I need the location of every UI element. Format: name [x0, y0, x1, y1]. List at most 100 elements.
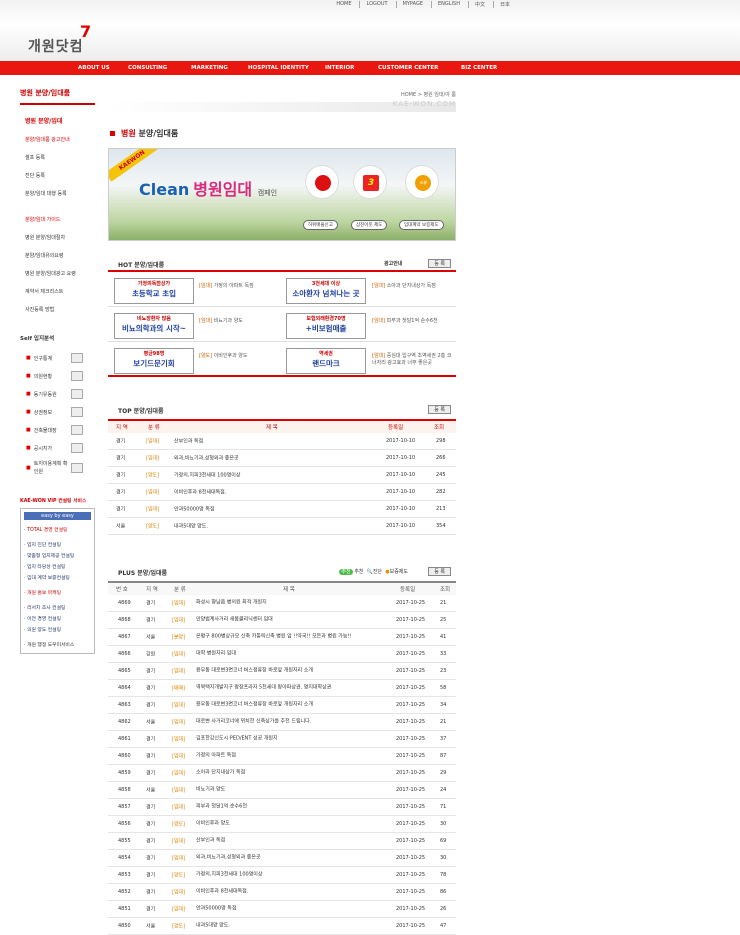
nav-interior[interactable]: INTERIOR — [325, 65, 354, 71]
nav-about-us[interactable]: ABOUT US — [78, 65, 110, 71]
top-register-button[interactable]: 등 록 — [428, 405, 451, 414]
cell-title[interactable]: 역북택지개발지구 랑장프라자 5천세대 랑아파상권, 명지대학상권 — [196, 685, 392, 692]
cell-title[interactable]: 대학 병원자리 임대 — [196, 651, 392, 658]
cell-title[interactable]: 용무동 대로변3면코너 버스정류장 바로앞 개원자리 소개 — [196, 668, 392, 675]
vip-item[interactable]: · 리서치 조사 컨설팅 — [24, 602, 91, 613]
cell-title[interactable]: 소아과 단지내상가 독점 — [196, 770, 392, 777]
table-row[interactable]: 4866 강원 [임대] 대학 병원자리 임대 2017-10-25 33 — [108, 646, 456, 663]
cell-title[interactable]: 외과,비뇨기과,성형외과 좋은곳 — [196, 855, 392, 862]
table-row[interactable]: 4861 경기 [임대] 김포한강신도시 PED/ENT 성공 개원지 2017-10-… — [108, 731, 456, 748]
table-row[interactable]: 4860 경기 [임대] 가정의 아파트 독점 2017-10-25 87 — [108, 748, 456, 765]
sidebar-item[interactable]: 병원 분양/임대광고 요령 — [20, 265, 95, 283]
cell-title[interactable]: 은평구 800병상규모 신축 카톨릭신축 병원 앞 !!약국!! 모든과 병원 … — [196, 634, 392, 641]
hot-ad-text[interactable]: [임대] 피부과 첫달1억 순수6천 — [372, 318, 452, 325]
sidebar-item[interactable]: 분양/임대룸 광고안내 — [20, 131, 95, 149]
sidebar-item[interactable]: 분양/임대 대행 등록 — [20, 185, 95, 203]
sidebar-sub-title[interactable]: 병원 분양/임대 — [20, 113, 95, 131]
sidebar-item[interactable]: 진단 등록 — [20, 167, 95, 185]
table-row[interactable]: 4854 경기 [임대] 외과,비뇨기과,성형외과 좋은곳 2017-10-25 30 — [108, 850, 456, 867]
sidebar-item[interactable]: 병원 분양/임대절차 — [20, 229, 95, 247]
false-listing-report-button[interactable]: 허위매물신고 — [303, 220, 338, 230]
mypage-link[interactable]: MYPAGE — [395, 1, 423, 8]
hot-ad-card[interactable]: 가정의독점상가 초등학교 초입 — [114, 278, 194, 304]
table-row[interactable]: 4856 경기 [양도] 이비인후과 양도 2017-10-25 30 — [108, 816, 456, 833]
logout-link[interactable]: LOGOUT — [359, 1, 388, 8]
vip-item[interactable]: · 의원 양도 컨설팅 — [24, 624, 91, 635]
cell-title[interactable]: 산부인과 독점 — [196, 838, 392, 845]
sidebar-item[interactable]: 계약서 체크리스트 — [20, 283, 95, 301]
sidebar-item[interactable]: 셀프 등록 — [20, 149, 95, 167]
hot-ad-card[interactable]: 비뇨장환자 많음 비뇨의학과의 시작~ — [114, 313, 194, 339]
table-row[interactable]: 경기 [임대] 안과50000명 독점 2017-10-10 213 — [108, 501, 456, 518]
cell-title[interactable]: 김포한강신도시 PED/ENT 성공 개원지 — [196, 736, 392, 743]
site-item[interactable]: ■ 인구통계 — [20, 349, 95, 367]
cell-title[interactable]: 내과5대양 양도. — [196, 923, 392, 930]
cell-title[interactable]: 비뇨기과 양도 — [196, 787, 392, 794]
cell-title[interactable]: 가정의,지피3천세대 100명이상 — [174, 472, 241, 479]
hot-register-button[interactable]: 등 록 — [428, 259, 451, 268]
japanese-link[interactable]: 日本 — [492, 1, 510, 8]
cell-title[interactable]: 외과,비뇨기과,성형외과 좋은곳 — [174, 455, 239, 462]
cell-title[interactable]: 안과50000명 독점 — [196, 906, 392, 913]
table-row[interactable]: 경기 [임대] 이비인후과 8천세대독점. 2017-10-10 282 — [108, 484, 456, 501]
cell-title[interactable]: 이비인후과 8천세대독점. — [174, 489, 226, 496]
table-row[interactable]: 서울 [양도] 내과5대양 양도. 2017-10-10 354 — [108, 518, 456, 535]
cell-title[interactable]: 내과5대양 양도. — [174, 523, 208, 530]
nav-marketing[interactable]: MARKETING — [191, 65, 228, 71]
table-row[interactable]: 4863 경기 [임대] 용무동 대로변3면코너 버스정류장 바로앞 개원자리 소개 2… — [108, 697, 456, 714]
hot-ad-text[interactable]: [임대] 중심대 입구역 초역세권 2층 코너자리 광고효과 너무 좋은곳 — [372, 353, 452, 367]
table-row[interactable]: 4859 경기 [임대] 소아과 단지내상가 독점 2017-10-25 29 — [108, 765, 456, 782]
three-strike-button[interactable]: 삼진아웃 제도 — [351, 220, 388, 230]
cell-title[interactable]: 가정의,지피3천세대 100명이상 — [196, 872, 392, 879]
vip-item[interactable]: · 개원 행정 도우미서비스 — [24, 639, 91, 650]
table-row[interactable]: 4855 경기 [임대] 산부인과 독점 2017-10-25 69 — [108, 833, 456, 850]
hot-ad-text[interactable]: [임대] 가정의 아파트 독점 — [199, 283, 279, 290]
table-row[interactable]: 4868 경기 [임대] 안양범계사거리 새봄클리닉센터 임대 2017-10-25 25 — [108, 612, 456, 629]
table-row[interactable]: 4862 서울 [임대] 대로변 사거리코너에 위치한 신축상가를 추천 드립니다. 2… — [108, 714, 456, 731]
hot-ad-card[interactable]: 역세권 랜드마크 — [286, 348, 366, 374]
table-row[interactable]: 4851 경기 [임대] 안과50000명 독점 2017-10-25 26 — [108, 901, 456, 918]
vip-item[interactable]: · TOTAL 경영 컨설팅 — [24, 524, 91, 535]
campaign-banner[interactable]: KAEWON Clean 병원임대 캠페인 3 보증 허위매물신고 삼진아웃 제도… — [108, 148, 456, 241]
sidebar-item[interactable]: 사진등록 방법 — [20, 301, 95, 319]
cell-title[interactable]: 안양범계사거리 새봄클리닉센터 임대 — [196, 617, 392, 624]
cell-title[interactable]: 대로변 사거리코너에 위치한 신축상가를 추천 드립니다. — [196, 719, 392, 726]
ad-info-link[interactable]: 광고안내 — [384, 260, 402, 267]
cell-title[interactable]: 산부인과 독점 — [174, 438, 203, 445]
sidebar-item[interactable]: 분양/임대유의요령 — [20, 247, 95, 265]
cell-title[interactable]: 이비인후과 8천세대독점. — [196, 889, 392, 896]
table-row[interactable]: 4867 서울 [분양] 은평구 800병상규모 신축 카톨릭신축 병원 앞 !!약국… — [108, 629, 456, 646]
table-row[interactable]: 경기 [임대] 산부인과 독점 2017-10-10 298 — [108, 433, 456, 450]
english-link[interactable]: ENGLISH — [431, 1, 460, 8]
cell-title[interactable]: 이비인후과 양도 — [196, 821, 392, 828]
home-link[interactable]: HOME — [336, 1, 351, 8]
nav-biz-center[interactable]: BIZ CENTER — [461, 65, 497, 71]
nav-consulting[interactable]: CONSULTING — [128, 65, 167, 71]
table-row[interactable]: 4858 서울 [임대] 비뇨기과 양도 2017-10-25 24 — [108, 782, 456, 799]
sidebar-guide-title[interactable]: 분양/임대 가이드 — [20, 211, 95, 229]
site-item[interactable]: ■ 건축물대장 — [20, 421, 95, 439]
plus-register-button[interactable]: 등 록 — [428, 567, 451, 576]
table-row[interactable]: 4864 경기 [매매] 역북택지개발지구 랑장프라자 5천세대 랑아파상권, 명지대… — [108, 680, 456, 697]
vip-item[interactable]: · 이전 경영 컨설팅 — [24, 613, 91, 624]
table-row[interactable]: 4857 경기 [임대] 피부과 첫달1억 순수6천 2017-10-25 71 — [108, 799, 456, 816]
site-item[interactable]: ■ 공시지가 — [20, 439, 95, 457]
cell-title[interactable]: 용무동 대로변3면코너 버스정류장 바로앞 개원자리 소개 — [196, 702, 392, 709]
site-item[interactable]: ■ 상권정보 — [20, 403, 95, 421]
hot-ad-card[interactable]: 보험외래환경70명 +비보험매출 — [286, 313, 366, 339]
table-row[interactable]: 4853 경기 [양도] 가정의,지피3천세대 100명이상 2017-10-25 78 — [108, 867, 456, 884]
vip-item[interactable]: · 맞춤형 입지제공 컨설팅 — [24, 550, 91, 561]
nav-hospital-identity[interactable]: HOSPITAL IDENTITY — [248, 65, 309, 71]
table-row[interactable]: 경기 [양도] 가정의,지피3천세대 100명이상 2017-10-10 245 — [108, 467, 456, 484]
hot-ad-text[interactable]: [임대] 소아과 단지내상가 독점 — [372, 283, 452, 290]
vip-item[interactable]: · 임대 계약 보증컨설팅 — [24, 572, 91, 583]
hot-ad-text[interactable]: [임대] 비뇨기과 양도 — [199, 318, 279, 325]
nav-customer-center[interactable]: CUSTOMER CENTER — [378, 65, 438, 71]
cell-title[interactable]: 화성시 향남읍 병의원 최적 개원지 — [196, 600, 392, 607]
vip-item[interactable]: · 입지 진단 컨설팅 — [24, 539, 91, 550]
vip-item[interactable]: · 입지 타당성 컨설팅 — [24, 561, 91, 572]
cell-title[interactable]: 가정의 아파트 독점 — [196, 753, 392, 760]
vip-item[interactable]: · 개원 홍보 마케팅 — [24, 587, 91, 598]
guarantee-button[interactable]: 임대계약 보증제도 — [399, 220, 444, 230]
table-row[interactable]: 4850 서울 [양도] 내과5대양 양도. 2017-10-25 47 — [108, 918, 456, 935]
